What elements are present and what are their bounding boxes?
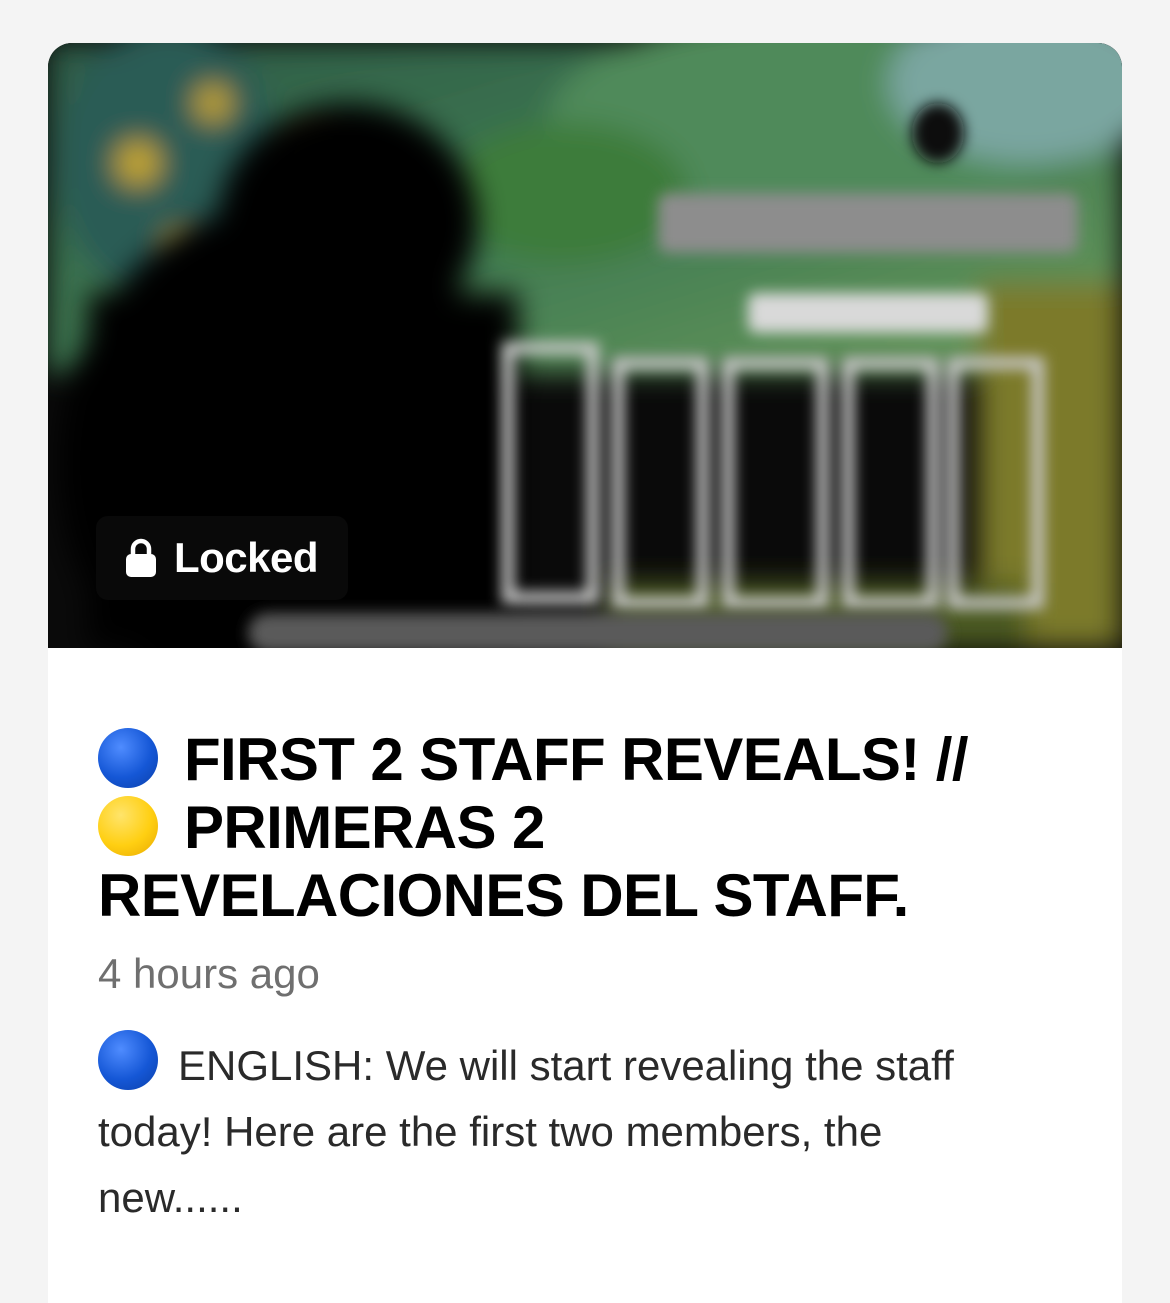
excerpt-text-1: ENGLISH: We will start revealing the sta… — [178, 1042, 954, 1089]
blue-circle-icon — [98, 728, 158, 788]
post-excerpt: ENGLISH: We will start revealing the sta… — [98, 1030, 1070, 1231]
title-line-3: REVELACIONES DEL STAFF. — [98, 862, 909, 929]
post-timestamp: 4 hours ago — [98, 950, 320, 997]
yellow-circle-icon — [98, 796, 158, 856]
title-text-1: FIRST 2 STAFF REVEALS! // — [184, 726, 969, 793]
post-title[interactable]: FIRST 2 STAFF REVEALS! // PRIMERAS 2 REV… — [98, 726, 1070, 930]
lock-icon — [126, 538, 156, 577]
excerpt-line-3: new...... — [98, 1174, 243, 1221]
locked-badge: Locked — [96, 516, 349, 600]
title-text-2: PRIMERAS 2 — [184, 794, 545, 861]
title-line-1: FIRST 2 STAFF REVEALS! // — [98, 726, 1070, 794]
title-line-2: PRIMERAS 2 — [98, 794, 1070, 862]
post-thumbnail[interactable]: Locked — [48, 43, 1122, 648]
excerpt-line-2: today! Here are the first two members, t… — [98, 1108, 883, 1155]
excerpt-line-1: ENGLISH: We will start revealing the sta… — [98, 1030, 1070, 1099]
post-card[interactable]: Locked FIRST 2 STAFF REVEALS! // PRIMERA… — [48, 43, 1122, 1303]
blue-circle-icon — [98, 1030, 158, 1090]
post-content: FIRST 2 STAFF REVEALS! // PRIMERAS 2 REV… — [48, 648, 1122, 1231]
locked-label: Locked — [174, 534, 319, 581]
